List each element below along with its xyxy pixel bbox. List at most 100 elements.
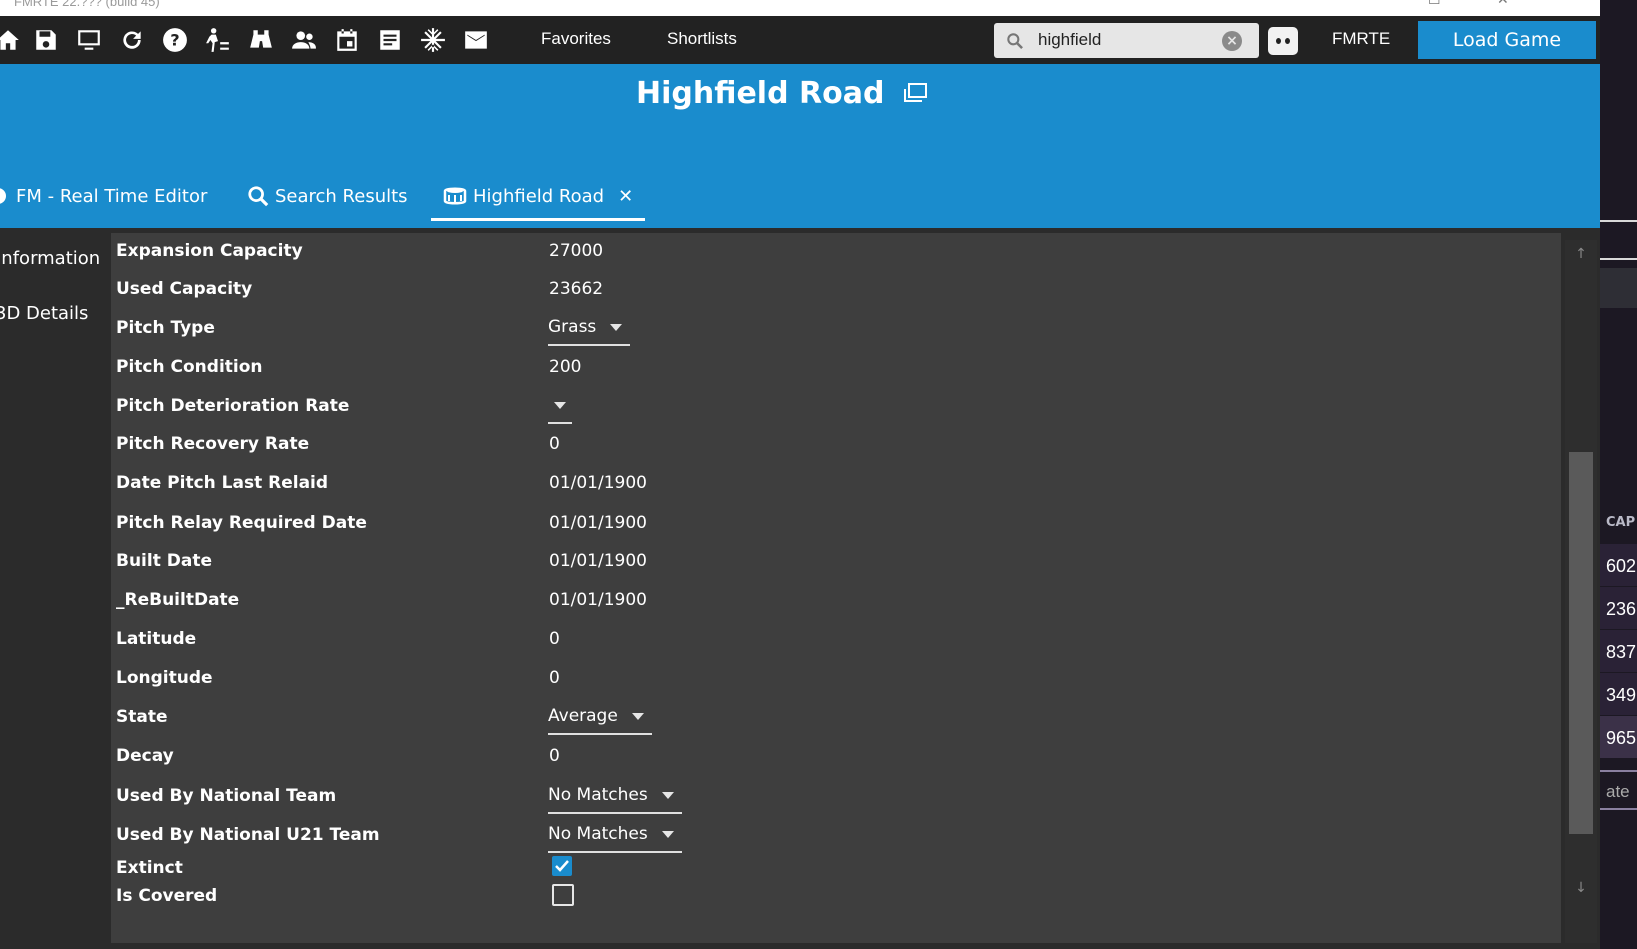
field-row-longitude: Longitude 0 — [111, 658, 1561, 698]
shortlists-link[interactable]: Shortlists — [667, 29, 737, 49]
tab-label: Highfield Road — [473, 185, 605, 207]
extinct-checkbox[interactable] — [552, 856, 572, 876]
field-label: Pitch Deterioration Rate — [116, 396, 350, 416]
field-value[interactable]: 0 — [549, 619, 560, 659]
home-icon[interactable] — [0, 26, 22, 54]
field-label: Used By National Team — [116, 786, 337, 806]
maximize-icon[interactable]: ☐ — [1428, 0, 1441, 8]
field-row-pitch-type: Pitch Type Grass — [111, 308, 1561, 348]
transfer-icon[interactable] — [204, 26, 232, 54]
field-label: Pitch Condition — [116, 357, 263, 377]
scout-binoculars-icon[interactable] — [247, 26, 275, 54]
field-label: Decay — [116, 746, 174, 766]
divider — [1600, 770, 1637, 772]
column-header: CAP — [1606, 515, 1636, 530]
discord-eye — [1276, 38, 1281, 44]
background-window: CAP 602 236 837 349 965 ate — [1600, 0, 1637, 949]
chevron-down-icon — [661, 830, 674, 838]
sidebar-item-information[interactable]: Information — [0, 248, 100, 269]
field-row-state: State Average — [111, 697, 1561, 737]
cell-value: 349 — [1606, 685, 1637, 705]
cell-value: 837 — [1606, 642, 1637, 662]
window-title-bar: FMRTE 22.??? (build 45) ☐ ✕ — [0, 0, 1600, 16]
field-row-pitch-condition: Pitch Condition 200 — [111, 347, 1561, 387]
svg-text:?: ? — [170, 30, 179, 49]
pitch-type-dropdown[interactable]: Grass — [548, 310, 631, 346]
divider — [1600, 258, 1637, 260]
footer-text: ate — [1606, 782, 1630, 801]
list-icon[interactable] — [376, 26, 404, 54]
field-label: Pitch Relay Required Date — [116, 513, 367, 533]
field-row-decay: Decay 0 — [111, 736, 1561, 776]
close-tab-icon[interactable]: ✕ — [618, 186, 633, 207]
chevron-down-icon — [610, 323, 623, 331]
field-value[interactable]: 01/01/1900 — [549, 503, 647, 543]
tab-highfield-road[interactable]: Highfield Road ✕ — [431, 174, 646, 221]
favorites-link[interactable]: Favorites — [541, 29, 611, 49]
vertical-scrollbar[interactable]: ↑ ↓ — [1565, 240, 1597, 943]
tab-search-results[interactable]: Search Results — [247, 174, 408, 218]
field-value[interactable]: 0 — [549, 658, 560, 698]
field-row-pitch-relay-required-date: Pitch Relay Required Date 01/01/1900 — [111, 503, 1561, 543]
is-covered-checkbox[interactable] — [552, 884, 574, 906]
scrollbar-thumb[interactable] — [1569, 452, 1593, 834]
field-value[interactable]: 200 — [549, 347, 581, 387]
field-value[interactable]: 23662 — [549, 269, 603, 309]
table-row: 965 — [1600, 716, 1637, 758]
refresh-icon[interactable] — [118, 26, 146, 54]
dropdown-value: No Matches — [548, 824, 648, 844]
field-value[interactable]: 27000 — [549, 233, 603, 271]
load-game-button[interactable]: Load Game — [1418, 21, 1596, 59]
dropdown-value: No Matches — [548, 785, 648, 805]
page-title: Highfield Road — [636, 76, 885, 111]
search-box: × — [994, 23, 1259, 58]
field-value[interactable]: 01/01/1900 — [549, 541, 647, 581]
field-label: State — [116, 707, 168, 727]
fmrte-link[interactable]: FMRTE — [1332, 29, 1390, 49]
field-row-latitude: Latitude 0 — [111, 619, 1561, 659]
page-header: Highfield Road FM - Real Time Editor Sea… — [0, 64, 1600, 228]
field-row-used-by-national-team: Used By National Team No Matches — [111, 776, 1561, 816]
state-dropdown[interactable]: Average — [548, 699, 652, 735]
discord-icon[interactable] — [1268, 27, 1298, 55]
calendar-icon[interactable] — [333, 26, 361, 54]
checkmark-icon — [555, 860, 569, 872]
field-value[interactable]: 0 — [549, 736, 560, 776]
field-label: Used Capacity — [116, 279, 253, 299]
save-icon[interactable] — [32, 26, 60, 54]
cell-value: 602 — [1606, 556, 1637, 576]
sidebar-item-3d-details[interactable]: 3D Details — [0, 303, 88, 324]
tab-fm-real-time-editor[interactable]: FM - Real Time Editor — [0, 174, 207, 218]
divider — [1600, 808, 1637, 810]
mail-icon[interactable] — [462, 26, 490, 54]
pitch-deterioration-dropdown[interactable] — [548, 388, 572, 424]
tab-label: Search Results — [275, 185, 408, 207]
scroll-up-arrow-icon[interactable]: ↑ — [1569, 242, 1593, 266]
tab-label: FM - Real Time Editor — [16, 185, 208, 207]
national-team-dropdown[interactable]: No Matches — [548, 778, 682, 814]
field-label: Latitude — [116, 629, 197, 649]
table-row: 602 — [1600, 544, 1637, 586]
field-label: _ReBuiltDate — [116, 590, 240, 610]
field-row-used-capacity: Used Capacity 23662 — [111, 269, 1561, 309]
dropdown-value: Grass — [548, 317, 597, 337]
field-value[interactable]: 0 — [549, 424, 560, 464]
table-row: 349 — [1600, 673, 1637, 715]
field-label: Pitch Recovery Rate — [116, 434, 310, 454]
field-value[interactable]: 01/01/1900 — [549, 580, 647, 620]
clear-search-icon[interactable]: × — [1222, 31, 1242, 51]
field-label: Is Covered — [116, 886, 218, 906]
search-input[interactable] — [1038, 27, 1213, 53]
field-label: Longitude — [116, 668, 213, 688]
monitor-icon[interactable] — [75, 26, 103, 54]
popout-window-icon[interactable] — [902, 82, 928, 104]
scroll-down-arrow-icon[interactable]: ↓ — [1569, 876, 1593, 900]
cell-value: 965 — [1606, 728, 1637, 748]
settings-snowflake-icon[interactable] — [419, 26, 447, 54]
discord-eye — [1285, 38, 1290, 44]
field-value[interactable]: 01/01/1900 — [549, 463, 647, 503]
table-row: 236 — [1600, 587, 1637, 629]
help-icon[interactable]: ? — [161, 26, 189, 54]
close-icon[interactable]: ✕ — [1497, 0, 1509, 8]
people-icon[interactable] — [290, 26, 318, 54]
